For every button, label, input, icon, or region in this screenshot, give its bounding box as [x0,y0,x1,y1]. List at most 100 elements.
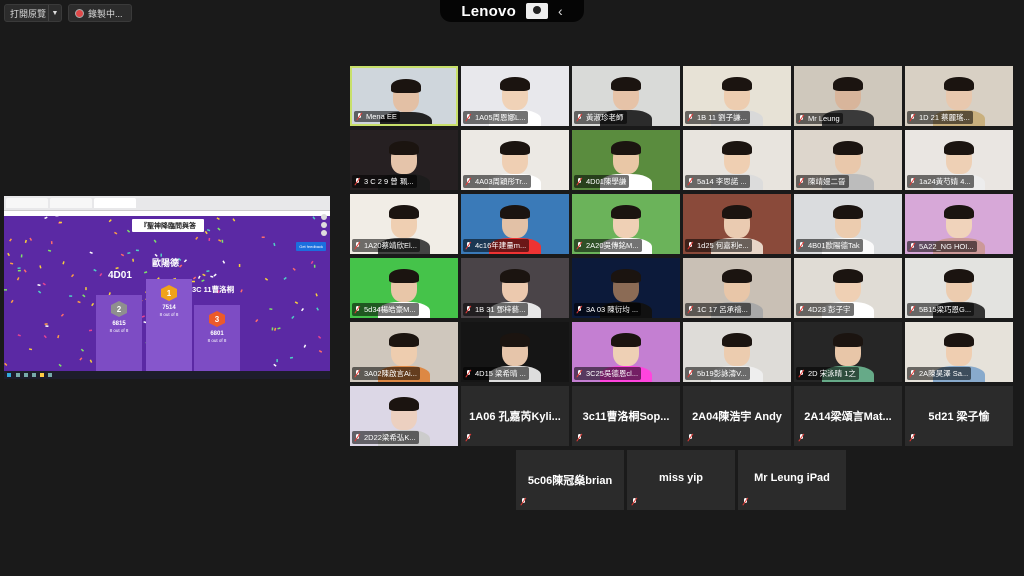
confetti-piece [210,275,214,278]
participant-tile[interactable]: 1C 17 呂承禧... [683,258,791,318]
participant-tile[interactable]: 4c16年建量m... [461,194,569,254]
participant-name: 1C 17 呂承禧... [697,305,748,314]
participant-tile[interactable]: 3C25吳德恩cl... [572,322,680,382]
participant-tile[interactable]: 黃淑珍老師 [572,66,680,126]
participant-name-label: 1d25 何嘉利e... [685,239,752,252]
participant-tile[interactable]: 5c06陳冠燊brian [516,450,624,510]
chevron-left-icon[interactable]: ‹ [558,3,563,19]
confetti-piece [17,267,21,270]
confetti-piece [37,284,41,287]
participant-tile[interactable]: 4D23 彭子宇 [794,258,902,318]
confetti-piece [89,359,93,363]
participant-tile[interactable]: 2D 宋泳晴 1之 [794,322,902,382]
confetti-piece [213,273,217,277]
participant-tile[interactable]: Mr Leung [794,66,902,126]
shared-screen-view[interactable]: 『聖神降臨問與答 Get feedback 4D01 歐陽德 3C 11曹洛桐 … [4,196,330,379]
participant-tile[interactable]: 1D 21 蔡麗瑤... [905,66,1013,126]
participant-tile[interactable]: 1d25 何嘉利e... [683,194,791,254]
muted-mic-icon [576,434,583,442]
participant-tile[interactable]: 4A03周穎彤Tr... [461,130,569,190]
side-control-icon[interactable] [321,230,327,236]
confetti-piece [127,251,131,255]
confetti-piece [29,237,33,241]
participant-tile[interactable]: 5d34楊皓豪M... [350,258,458,318]
participant-tile[interactable]: 1A05周恩娜L... [461,66,569,126]
participant-tile[interactable]: 2A04陳浩宇 Andy [683,386,791,446]
participant-name-label: 3A02陳啟言Ai... [352,367,420,380]
confetti-piece [289,356,294,359]
participant-name-label: 5A22_NG HOI... [907,241,977,252]
participant-tile[interactable]: 4D15 梁希晴 ... [461,322,569,382]
participant-tile[interactable]: 2A14梁頌言Mat... [794,386,902,446]
chevron-down-icon[interactable]: ▼ [48,5,61,21]
muted-mic-icon [354,241,361,250]
participant-hair [944,205,974,219]
participant-name-label: 3C25吳德恩cl... [574,367,642,380]
participant-tile[interactable]: 陳靖嫚二晉 [794,130,902,190]
participant-tile[interactable]: 2A陳昊澤 Sa... [905,322,1013,382]
participant-tile[interactable]: 1A06 孔嘉芮Kyli... [461,386,569,446]
participant-tile[interactable]: 5d21 梁子愉 [905,386,1013,446]
recording-indicator[interactable]: 錄製中... [68,4,132,22]
muted-mic-icon [576,241,583,250]
muted-mic-icon [465,305,472,314]
participant-name-label: 1A20蔡靖欣El... [352,239,420,252]
participant-tile[interactable]: 1B 11 劉子謙... [683,66,791,126]
participant-tile[interactable]: 5A22_NG HOI... [905,194,1013,254]
muted-mic-icon [798,434,805,442]
participant-name-label: 2A陳昊澤 Sa... [907,367,972,380]
participant-hair [833,141,863,155]
confetti-piece [135,249,139,252]
participant-tile[interactable]: 1B 31 鄧梓藝... [461,258,569,318]
participant-tile[interactable]: Mena EE [350,66,458,126]
participant-tile[interactable]: miss yip [627,450,735,510]
confetti-piece [17,334,21,337]
participant-name: 1A06 孔嘉芮Kyli... [469,411,561,423]
confetti-piece [60,313,65,317]
confetti-piece [216,217,220,221]
participant-hair [500,77,530,91]
participant-tile[interactable]: 4B01歐陽德Tak [794,194,902,254]
confetti-piece [221,239,224,243]
browser-tab [6,198,48,208]
confetti-piece [197,275,201,279]
participant-name: 黃淑珍老師 [586,113,624,122]
participant-tile[interactable]: 2D22梁希弘K... [350,386,458,446]
participant-tile[interactable]: 5B15梁巧恩G... [905,258,1013,318]
confetti-piece [43,335,47,339]
participant-tile[interactable]: 1a24黃芍婧 4... [905,130,1013,190]
participant-name: 2D 宋泳晴 1之 [808,369,856,378]
participant-name-label: 4A03周穎彤Tr... [463,175,531,188]
side-control-icon[interactable] [321,214,327,220]
confetti-piece [77,300,81,304]
participant-name: 1D 21 蔡麗瑤... [919,113,970,122]
view-options-button[interactable]: 打開原覽 ▼ [4,4,62,22]
confetti-piece [4,289,7,291]
participant-tile[interactable]: 5a14 李思諾 ... [683,130,791,190]
participant-name: 2D22梁希弘K... [364,433,416,442]
participant-name: 4A03周穎彤Tr... [475,177,528,186]
participant-tile[interactable]: 3 C 2 9 曾 珮... [350,130,458,190]
confetti-piece [70,273,75,278]
participant-name: 1A05周恩娜L... [475,113,526,122]
participant-tile[interactable]: 2A20吳傳銘M... [572,194,680,254]
participant-tile[interactable]: 3A02陳啟言Ai... [350,322,458,382]
confetti-piece [191,280,195,283]
confetti-piece [82,294,86,298]
confetti-piece [16,277,20,281]
participant-name-label: Mr Leung [796,113,843,124]
participant-tile[interactable]: 3c11曹洛桐Sop... [572,386,680,446]
participant-tile[interactable]: 4D01陳學謙 [572,130,680,190]
participant-tile[interactable]: 3A 03 陳衍均 ... [572,258,680,318]
participant-tile[interactable]: 5b19彭詠濤V... [683,322,791,382]
participant-tile[interactable]: Mr Leung iPad [738,450,846,510]
camera-user-icon[interactable] [525,3,548,19]
participant-tile[interactable]: 1A20蔡靖欣El... [350,194,458,254]
confetti-piece [310,260,314,265]
get-feedback-button[interactable]: Get feedback [296,242,326,251]
podium-score: 6815 [112,321,126,327]
side-control-icon[interactable] [321,222,327,228]
confetti-piece [120,253,125,257]
participant-name: miss yip [658,472,704,484]
participant-name: 1B 11 劉子謙... [697,113,747,122]
